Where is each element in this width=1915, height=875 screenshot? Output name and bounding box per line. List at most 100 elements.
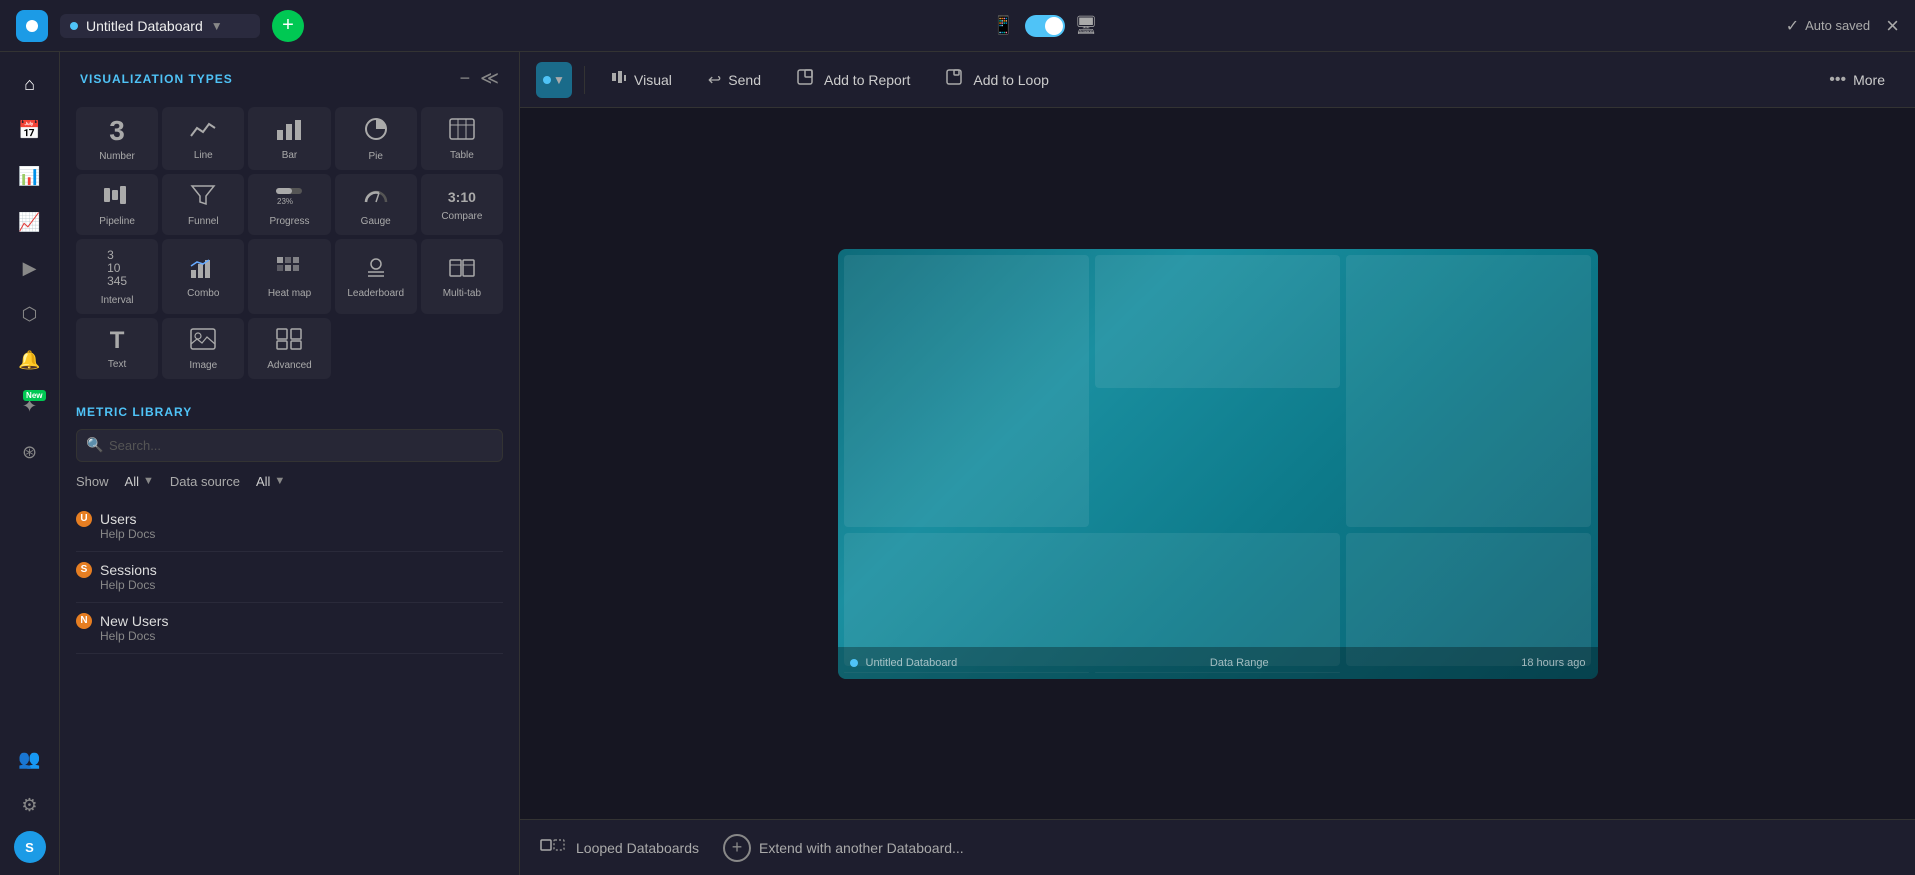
filter-show-select[interactable]: All ▼ (125, 474, 154, 489)
topbar-left: Untitled Databoard ▼ + (16, 10, 304, 42)
add-button[interactable]: + (272, 10, 304, 42)
viz-type-line[interactable]: Line (162, 107, 244, 170)
device-toggle: 📱 🖥 (992, 15, 1097, 37)
main-layout: ⌂ 📅 📊 📈 ▶ ⬡ 🔔 ✦ New ⊛ 👥 ⚙ S VISUALIZATIO… (0, 52, 1915, 875)
image-icon (190, 328, 216, 354)
sidebar-item-integrations[interactable]: ⬡ (10, 294, 50, 334)
looped-icon (540, 837, 568, 858)
extend-label: Extend with another Databoard... (759, 840, 964, 856)
sidebar-item-analytics[interactable]: ⊛ (10, 432, 50, 472)
viz-type-combo[interactable]: Combo (162, 239, 244, 314)
more-button[interactable]: ••• More (1815, 64, 1899, 96)
datasource-dropdown-arrow: ▼ (274, 475, 285, 487)
metric-section: METRIC LIBRARY 🔍 Show All ▼ Data source … (60, 395, 519, 875)
topbar: Untitled Databoard ▼ + 📱 🖥 ✓ Auto saved … (0, 0, 1915, 52)
minimize-button[interactable]: − (460, 68, 471, 89)
metric-dot-new-users: N (76, 613, 92, 629)
viz-type-pipeline[interactable]: Pipeline (76, 174, 158, 235)
sidebar-item-alerts[interactable]: 🔔 (10, 340, 50, 380)
progress-icon: 23% (275, 184, 303, 210)
sidebar-item-new[interactable]: ✦ New (10, 386, 50, 426)
close-button[interactable]: × (1886, 13, 1899, 39)
viz-type-pie[interactable]: Pie (335, 107, 417, 170)
viz-label-pipeline: Pipeline (99, 216, 135, 227)
filter-show-label: Show (76, 474, 109, 489)
preview-footer: Untitled Databoard Data Range 18 hours a… (838, 647, 1598, 679)
preview-data-range: Data Range (1210, 657, 1269, 669)
databoard-title-wrap[interactable]: Untitled Databoard ▼ (60, 14, 260, 38)
multitab-icon (449, 256, 475, 282)
metric-library-title: METRIC LIBRARY (76, 395, 503, 429)
pipeline-icon (103, 184, 131, 210)
viz-label-text: Text (108, 359, 126, 370)
auto-saved-label: Auto saved (1805, 18, 1870, 33)
viz-type-progress[interactable]: 23% Progress (248, 174, 330, 235)
add-to-report-button[interactable]: Add to Report (783, 62, 924, 97)
viz-label-image: Image (189, 360, 217, 371)
add-to-loop-button[interactable]: Add to Loop (932, 62, 1063, 97)
sidebar-item-reports[interactable]: 📊 (10, 156, 50, 196)
sidebar-item-calendar[interactable]: 📅 (10, 110, 50, 150)
sidebar-item-metrics[interactable]: 📈 (10, 202, 50, 242)
mobile-icon[interactable]: 📱 (992, 15, 1014, 36)
desktop-icon[interactable]: 🖥 (1075, 15, 1098, 36)
preview-cell-1 (844, 255, 1089, 528)
visual-label: Visual (634, 72, 672, 88)
metric-item-sessions[interactable]: S Sessions Help Docs (76, 552, 503, 603)
viz-type-text[interactable]: T Text (76, 318, 158, 379)
metric-item-new-users[interactable]: N New Users Help Docs (76, 603, 503, 654)
viz-type-funnel[interactable]: Funnel (162, 174, 244, 235)
search-input[interactable] (76, 429, 503, 462)
viz-type-image[interactable]: Image (162, 318, 244, 379)
viz-type-heatmap[interactable]: Heat map (248, 239, 330, 314)
metric-name-sessions: Sessions (100, 562, 157, 578)
viz-type-interval[interactable]: 310345 Interval (76, 239, 158, 314)
color-selector[interactable]: ▼ (536, 62, 572, 98)
metric-dot-users: U (76, 511, 92, 527)
search-wrap: 🔍 (76, 429, 503, 462)
more-icon: ••• (1829, 71, 1846, 89)
looped-databoards-button[interactable]: Looped Databoards (540, 837, 699, 858)
viz-label-heatmap: Heat map (268, 288, 311, 299)
sidebar-item-home[interactable]: ⌂ (10, 64, 50, 104)
viz-type-multitab[interactable]: Multi-tab (421, 239, 503, 314)
sidebar-item-settings[interactable]: ⚙ (10, 785, 50, 825)
send-button[interactable]: ↩ Send (694, 63, 775, 97)
viz-type-gauge[interactable]: Gauge (335, 174, 417, 235)
autosave-icon: ✓ (1786, 16, 1799, 36)
auto-saved-indicator: ✓ Auto saved (1786, 16, 1870, 36)
sidebar-item-media[interactable]: ▶ (10, 248, 50, 288)
extend-databoard-button[interactable]: + Extend with another Databoard... (723, 834, 964, 862)
data-range-label: Data Range (1210, 657, 1269, 669)
viz-type-table[interactable]: Table (421, 107, 503, 170)
app-logo[interactable] (16, 10, 48, 42)
sidebar-item-team[interactable]: 👥 (10, 739, 50, 779)
viz-types-grid: 3 Number Line Bar (60, 99, 519, 395)
metric-sub-sessions: Help Docs (100, 578, 503, 592)
viz-type-bar[interactable]: Bar (248, 107, 330, 170)
viz-type-leaderboard[interactable]: Leaderboard (335, 239, 417, 314)
preview-time: 18 hours ago (1521, 657, 1585, 669)
bottom-bar: Looped Databoards + Extend with another … (520, 819, 1915, 875)
viz-label-line: Line (194, 150, 213, 161)
add-to-loop-label: Add to Loop (973, 72, 1049, 88)
device-toggle-switch[interactable] (1025, 15, 1065, 37)
toolbar-divider-1 (584, 66, 585, 94)
viz-label-funnel: Funnel (188, 216, 219, 227)
color-dot (543, 76, 551, 84)
visual-button[interactable]: Visual (597, 62, 686, 97)
viz-label-progress: Progress (269, 216, 309, 227)
avatar[interactable]: S (14, 831, 46, 863)
viz-type-advanced[interactable]: Advanced (248, 318, 330, 379)
metric-list: U Users Help Docs S Sessions Help Docs N (76, 501, 503, 875)
collapse-button[interactable]: ≪ (480, 68, 499, 89)
metric-item-users[interactable]: U Users Help Docs (76, 501, 503, 552)
left-panel: VISUALIZATION TYPES − ≪ 3 Number Line (60, 52, 520, 875)
table-icon (449, 118, 475, 144)
filter-datasource-select[interactable]: All ▼ (256, 474, 285, 489)
preview-cell-2 (1095, 255, 1340, 388)
viz-type-number[interactable]: 3 Number (76, 107, 158, 170)
filter-row: Show All ▼ Data source All ▼ (76, 474, 503, 489)
panel-header-actions: − ≪ (460, 68, 499, 89)
viz-type-compare[interactable]: 3:10 Compare (421, 174, 503, 235)
